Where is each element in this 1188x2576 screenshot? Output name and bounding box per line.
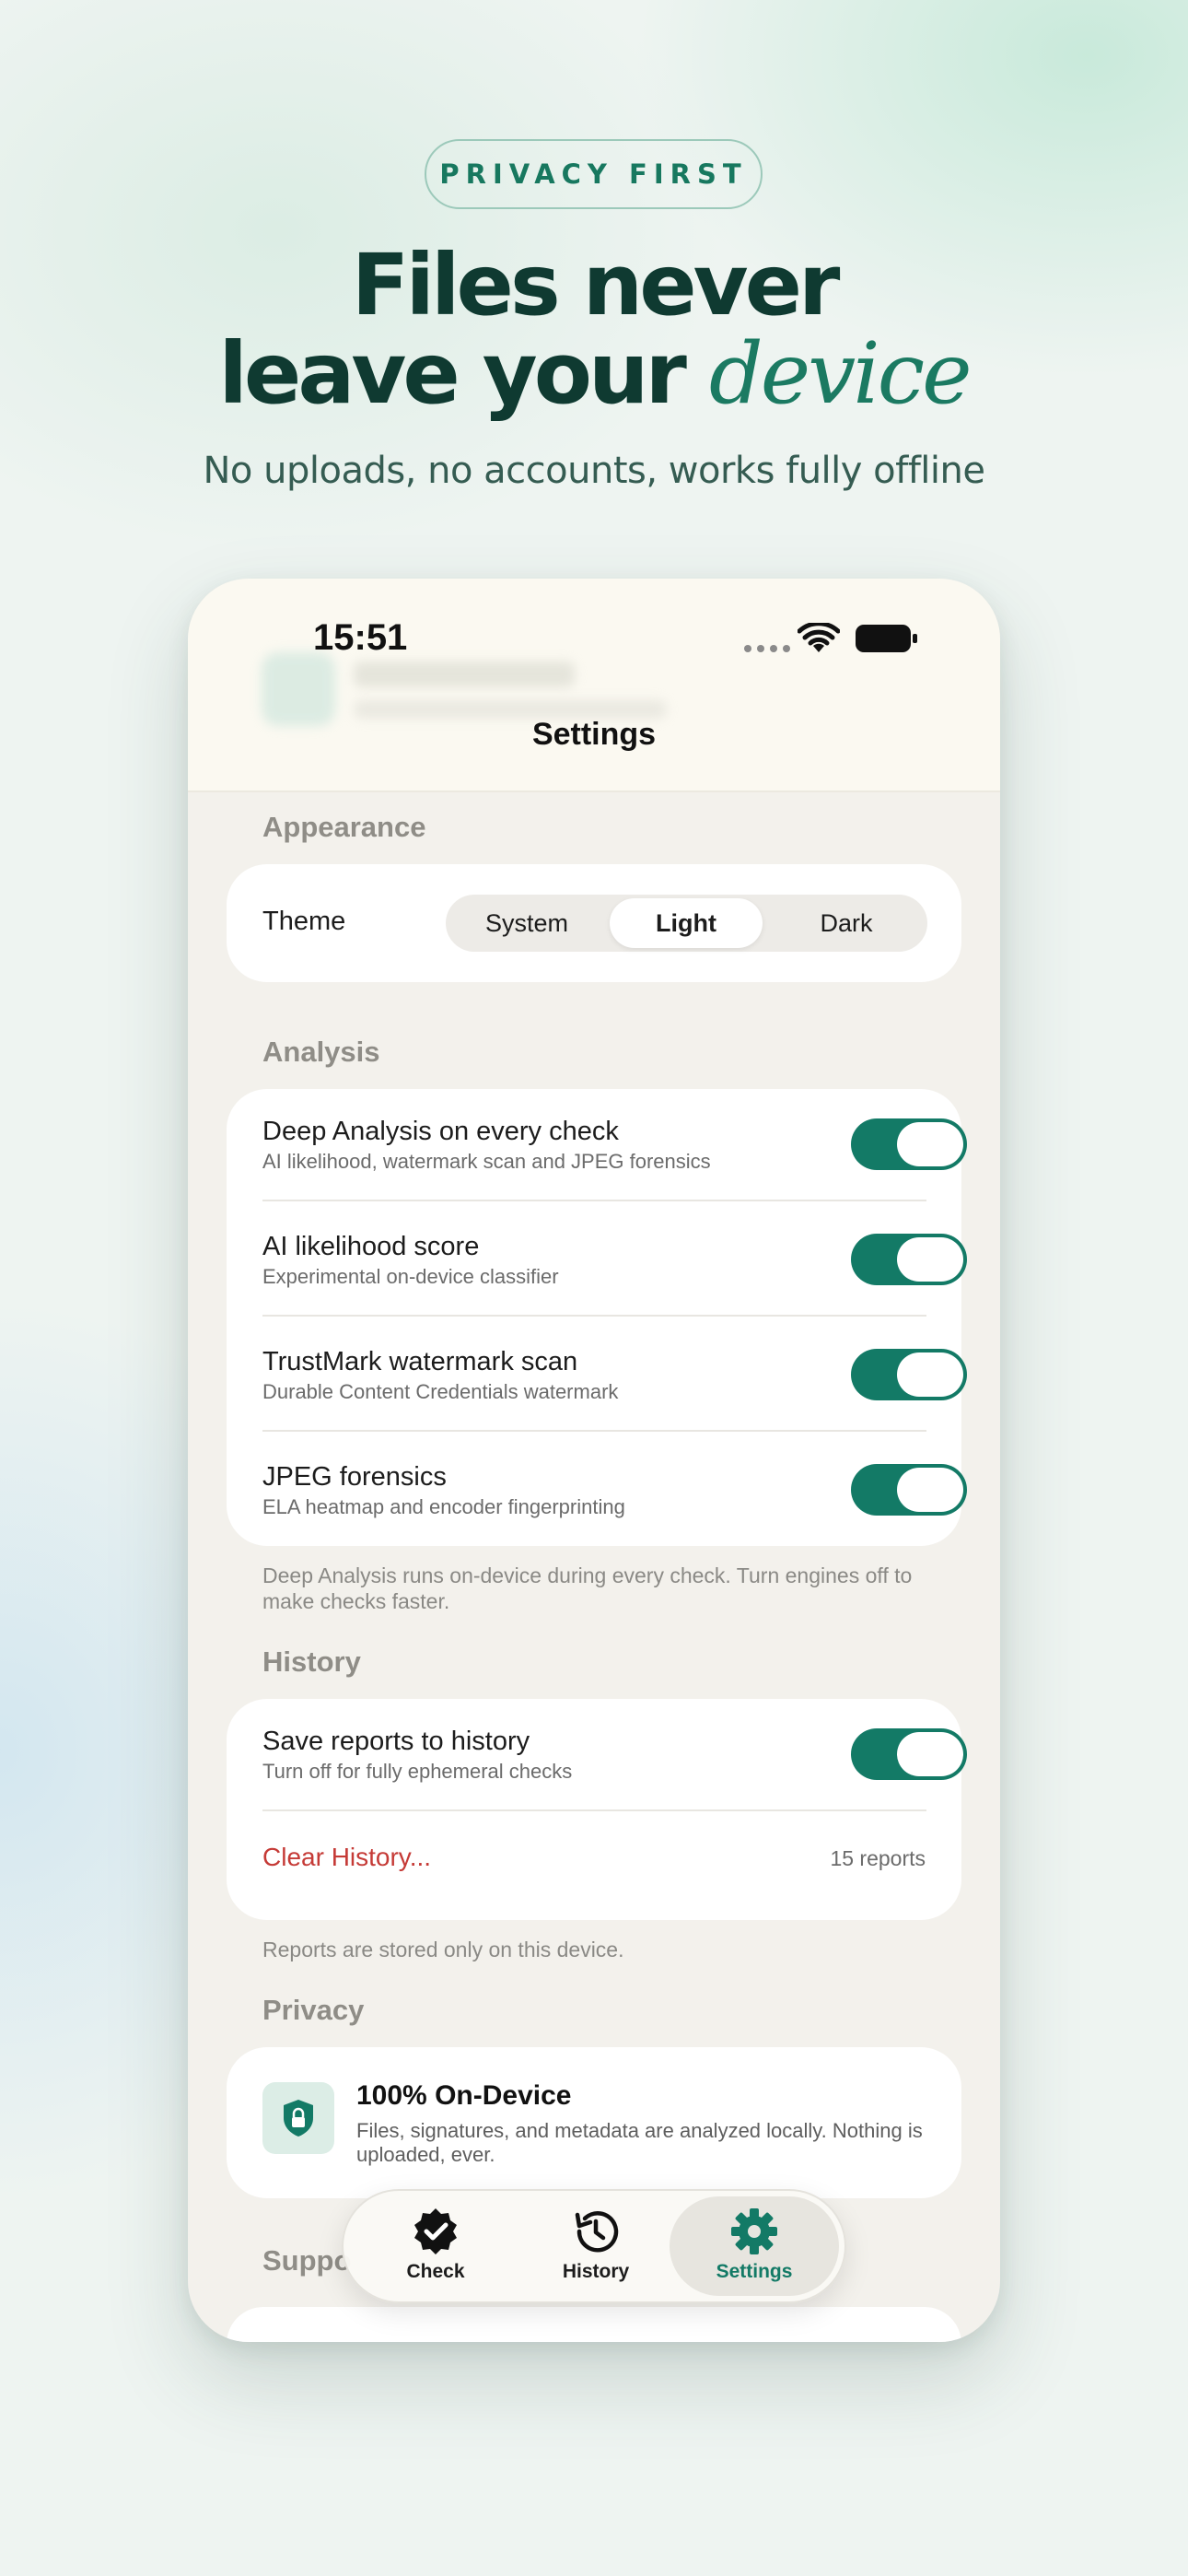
trustmark-subtitle: Durable Content Credentials watermark xyxy=(262,1380,619,1403)
trustmark-toggle[interactable] xyxy=(851,1349,967,1400)
privacy-card: 100% On-Device Files, signatures, and me… xyxy=(227,2047,961,2198)
divider xyxy=(262,1430,926,1432)
history-footnote: Reports are stored only on this device. xyxy=(262,1938,624,1961)
ai-likelihood-toggle[interactable] xyxy=(851,1234,967,1285)
clear-history-button[interactable]: Clear History... xyxy=(262,1843,431,1872)
history-clock-icon xyxy=(575,2211,619,2253)
headline-line2: leave your device xyxy=(0,330,1188,418)
page-title: Settings xyxy=(531,717,657,752)
appearance-card: Theme System Light Dark xyxy=(227,864,961,982)
jpeg-forensics-title: JPEG forensics xyxy=(262,1462,447,1492)
signal-dots-icon xyxy=(744,645,790,652)
deep-analysis-title: Deep Analysis on every check xyxy=(262,1117,619,1146)
jpeg-forensics-subtitle: ELA heatmap and encoder fingerprinting xyxy=(262,1495,625,1518)
section-label-appearance: Appearance xyxy=(262,811,426,843)
tab-history-label: History xyxy=(562,2261,630,2282)
theme-option-light[interactable]: Light xyxy=(610,898,763,948)
status-time: 15:51 xyxy=(313,617,408,658)
headline-accent: device xyxy=(708,324,973,423)
theme-label: Theme xyxy=(262,907,346,936)
headline-line2-text: leave your xyxy=(218,324,686,423)
headline-line1: Files never xyxy=(351,236,841,334)
tab-bar: Check History Settings xyxy=(342,2189,846,2303)
section-label-support: Suppo xyxy=(262,2244,352,2277)
section-label-history: History xyxy=(262,1645,361,1678)
theme-segmented-control[interactable]: System Light Dark xyxy=(446,895,927,952)
shield-lock-icon xyxy=(262,2082,334,2154)
reports-count: 15 reports xyxy=(830,1846,926,1870)
ai-likelihood-title: AI likelihood score xyxy=(262,1232,480,1261)
tab-history[interactable]: History xyxy=(511,2196,681,2296)
tab-check-label: Check xyxy=(406,2261,465,2282)
tab-settings-label: Settings xyxy=(716,2261,793,2282)
section-label-analysis: Analysis xyxy=(262,1036,380,1068)
deep-analysis-toggle[interactable] xyxy=(851,1118,967,1170)
headline: Files never leave your device xyxy=(0,241,1188,418)
verified-badge-icon xyxy=(414,2208,457,2254)
tab-settings[interactable]: Settings xyxy=(670,2196,839,2296)
phone-mockup: 15:51 Settings Appearance Theme System L… xyxy=(188,579,1000,2342)
privacy-description: Files, signatures, and metadata are anal… xyxy=(356,2119,923,2166)
ai-likelihood-subtitle: Experimental on-device classifier xyxy=(262,1265,559,1288)
divider xyxy=(262,1200,926,1201)
save-reports-subtitle: Turn off for fully ephemeral checks xyxy=(262,1760,573,1783)
subline: No uploads, no accounts, works fully off… xyxy=(203,450,986,492)
theme-option-system[interactable]: System xyxy=(450,898,603,948)
history-card: Save reports to history Turn off for ful… xyxy=(227,1699,967,1920)
battery-icon xyxy=(856,625,917,652)
gear-icon xyxy=(731,2208,777,2254)
theme-option-dark[interactable]: Dark xyxy=(770,898,923,948)
blurred-text xyxy=(354,700,667,719)
navigation-header: 15:51 Settings xyxy=(188,579,1000,792)
divider xyxy=(262,1809,926,1811)
analysis-footnote: Deep Analysis runs on-device during ever… xyxy=(262,1563,913,1613)
support-card xyxy=(227,2307,961,2342)
tab-check[interactable]: Check xyxy=(351,2196,520,2296)
trustmark-title: TrustMark watermark scan xyxy=(262,1347,578,1376)
save-reports-title: Save reports to history xyxy=(262,1727,530,1756)
blurred-app-icon xyxy=(262,652,335,726)
blurred-text xyxy=(354,662,575,687)
divider xyxy=(262,1315,926,1317)
privacy-first-pill: PRIVACY FIRST xyxy=(425,139,763,209)
save-reports-toggle[interactable] xyxy=(851,1728,967,1780)
section-label-privacy: Privacy xyxy=(262,1994,365,2026)
deep-analysis-subtitle: AI likelihood, watermark scan and JPEG f… xyxy=(262,1150,711,1173)
jpeg-forensics-toggle[interactable] xyxy=(851,1464,967,1516)
analysis-card: Deep Analysis on every check AI likeliho… xyxy=(227,1089,967,1546)
privacy-title: 100% On-Device xyxy=(356,2080,572,2111)
wifi-icon xyxy=(798,623,840,652)
